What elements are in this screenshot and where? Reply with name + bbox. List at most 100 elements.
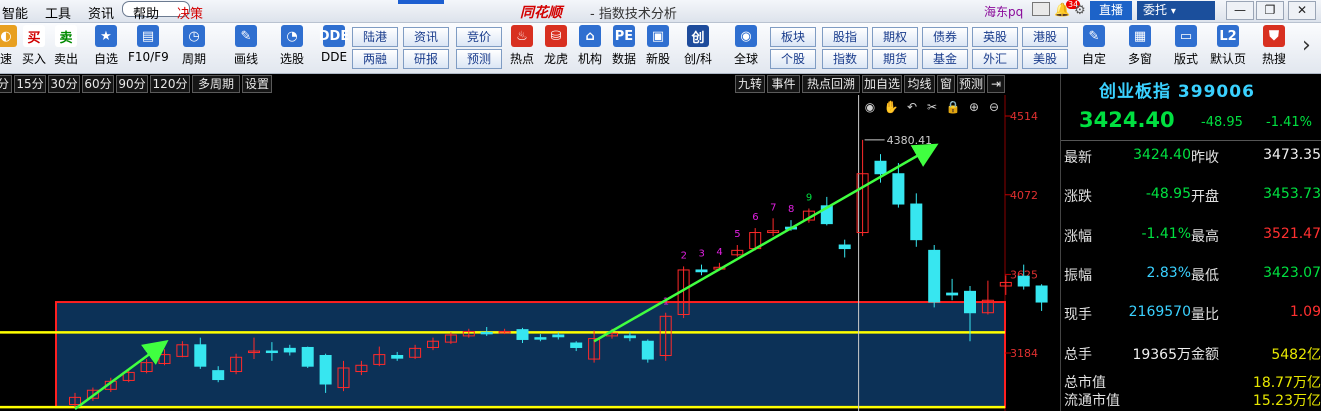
dde-button[interactable]: DDE DDE [314,25,354,64]
quote-value: 2169570 [1128,304,1191,320]
td-count-label: 6 [752,212,758,223]
chart-tool-2[interactable]: 热点回溯 [802,75,860,93]
close-button[interactable]: ✕ [1288,1,1316,20]
kline-chart[interactable]: 451440723625318412 3 4567 894380.41◉ ✋ ↶ ✂ 🔒 ⊕ ⊖ [0,95,1060,411]
period-tab-5[interactable]: 120分 [150,75,190,93]
candle [659,315,672,356]
ipo-button[interactable]: ▣ 新股 [638,25,678,67]
market-1-5-button[interactable]: 美股 [1022,49,1068,69]
quote-label: 金额 [1191,347,1219,363]
chart-tool-5[interactable]: 窗 [937,75,955,93]
quote-value: 3473.35 [1263,147,1321,163]
globe-button[interactable]: ◉ 全球 [726,25,766,67]
candle [695,269,708,273]
multiwindow-button[interactable]: ▦ 多窗 [1120,25,1160,67]
dde-label: DDE [320,50,348,64]
quick-0-2-button[interactable]: 竞价 [456,27,502,47]
candle [498,330,511,334]
candle [319,354,332,385]
period-bar: 分 15分 30分 60分 90分 120分 多周期 设置 九转 事件 热点回溯 加自选 均线窗预测 ⇥ [0,74,1060,94]
td-count-label: 9 [806,192,812,203]
market-1-4-button[interactable]: 外汇 [972,49,1018,69]
chart-tool-icon[interactable]: ✂ [927,100,937,114]
quote-row: 总市值 18.77万亿 [1061,372,1321,392]
quote-label: 涨幅 [1064,229,1092,245]
minimize-button[interactable]: — [1226,1,1254,20]
quick-1-1-button[interactable]: 研报 [403,49,449,69]
menu-help[interactable]: 帮助 [133,3,159,22]
market-0-2-button[interactable]: 期权 [872,27,918,47]
settings-icon[interactable]: ⚙ [1074,3,1086,18]
quote-row: 振幅 2.83% 最低 3423.07 [1061,265,1321,285]
multiwindow-icon: ▦ [1129,25,1151,47]
quote-value: 1.09 [1289,304,1321,320]
chart-tool-3[interactable]: 加自选 [862,75,902,93]
chart-tool-0[interactable]: 九转 [735,75,765,93]
watchlist-button[interactable]: ★ 自选 [86,25,126,67]
quick-1-2-button[interactable]: 预测 [456,49,502,69]
chart-tool-icon[interactable]: ↶ [907,100,917,114]
chart-tool-icon[interactable]: ⊕ [969,100,979,114]
market-1-3-button[interactable]: 基金 [922,49,968,69]
index-title: 创业板指 399006 [1099,77,1255,102]
default-page-button[interactable]: L2 默认页 [1208,25,1248,67]
quote-row: 最新 3424.40 昨收 3473.35 [1061,147,1321,167]
candle [1035,285,1048,303]
chart-tool-icon[interactable]: ✋ [884,100,899,114]
candle [946,292,959,296]
quick-0-1-button[interactable]: 资讯 [403,27,449,47]
quote-value: 3424.40 [1133,147,1191,163]
market-1-0-button[interactable]: 个股 [770,49,816,69]
market-0-5-button[interactable]: 港股 [1022,27,1068,47]
period-tab-3[interactable]: 60分 [82,75,114,93]
f10-icon: ▤ [137,25,159,47]
quote-label: 总市值 [1064,375,1106,391]
chart-tool-4[interactable]: 均线 [904,75,935,93]
period-tab-4[interactable]: 90分 [116,75,148,93]
period-tab-7[interactable]: 设置 [242,75,272,93]
menu-news[interactable]: 资讯 [88,3,114,22]
chuangke-button[interactable]: 创创/科 [678,25,718,67]
period-button[interactable]: ◷ 周期 [174,25,214,67]
menu-bar: 智能 工具 资讯 帮助 决策 同花顺 - 指数技术分析 海东pq 🔔 34 ⚙ … [0,0,1321,23]
custom-button[interactable]: ✎ 自定 [1074,25,1114,67]
hot-search-button[interactable]: ⛊ 热搜 [1254,25,1294,67]
period-tab-2[interactable]: 30分 [48,75,80,93]
pick-stock-button[interactable]: ◔ 选股 [272,25,312,67]
drawline-button[interactable]: ✎ 画线 [226,25,266,67]
sell-button[interactable]: 卖卖出 [46,25,86,67]
quick-0-0-button[interactable]: 陆港 [352,27,398,47]
chart-tool-6[interactable]: 预测 [957,75,985,93]
menu-tools[interactable]: 工具 [45,3,71,22]
menu-decision[interactable]: 决策 [177,3,203,22]
index-code: 399006 [1177,82,1255,102]
chart-tool-icon[interactable]: 🔒 [946,100,961,114]
chart-tool-icon[interactable]: ◉ [865,100,875,114]
layout-button[interactable]: ▭ 版式 [1166,25,1206,67]
toolbar-more-icon[interactable]: › [1302,33,1311,58]
chart-tool-7[interactable]: ⇥ [987,75,1005,93]
market-0-4-button[interactable]: 英股 [972,27,1018,47]
market-0-1-button[interactable]: 股指 [822,27,868,47]
candle [928,249,941,303]
quick-1-0-button[interactable]: 两融 [352,49,398,69]
period-tab-0[interactable]: 分 [0,75,12,93]
chart-tool-1[interactable]: 事件 [767,75,800,93]
menu-smart[interactable]: 智能 [2,3,28,22]
market-1-1-button[interactable]: 指数 [822,49,868,69]
title-accent-bar [398,0,444,4]
chart-tool-icon[interactable]: ⊖ [989,100,999,114]
restore-button[interactable]: ❐ [1256,1,1284,20]
mail-icon[interactable] [1032,2,1050,16]
entrust-button[interactable]: 委托 ▾ [1137,1,1215,20]
pick-stock-label: 选股 [279,52,304,66]
period-tab-1[interactable]: 15分 [14,75,46,93]
period-tab-6[interactable]: 多周期 [192,75,240,93]
market-0-3-button[interactable]: 债券 [922,27,968,47]
live-button[interactable]: 直播 [1090,1,1132,20]
market-0-0-button[interactable]: 板块 [770,27,816,47]
user-name[interactable]: 海东pq [984,3,1023,20]
f10-button[interactable]: ▤ F10/F9 [128,25,169,64]
quote-label: 最高 [1191,229,1219,245]
market-1-2-button[interactable]: 期货 [872,49,918,69]
